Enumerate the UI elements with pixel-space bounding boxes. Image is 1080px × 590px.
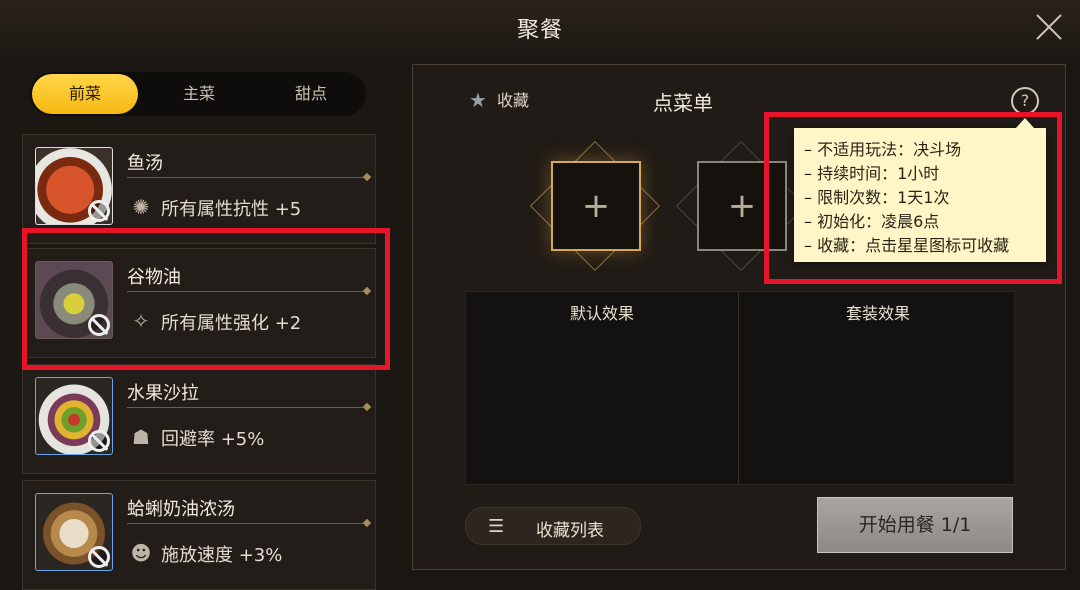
dish-icon: [35, 377, 113, 455]
menu-title: 点菜单: [653, 91, 713, 115]
item-name: 水果沙拉: [127, 383, 199, 404]
add-icon: +: [581, 186, 611, 226]
tab-main[interactable]: 主菜: [146, 72, 252, 116]
favorite-label: 收藏: [496, 91, 529, 110]
item-effect: 所有属性抗性 +5: [161, 199, 302, 220]
highlight-box: [764, 112, 1062, 284]
dish-icon: [35, 147, 113, 225]
dish-icon: [35, 493, 113, 571]
dish-slot[interactable]: +: [551, 161, 641, 251]
list-icon: ☰: [488, 516, 505, 537]
set-effect-column: 套装效果: [742, 292, 1014, 484]
item-name: 蛤蜊奶油浓汤: [127, 499, 235, 520]
tab-dessert[interactable]: 甜点: [258, 72, 364, 116]
head-icon: ☻: [130, 541, 152, 565]
tab-appetizer[interactable]: 前菜: [32, 74, 138, 114]
favorite-toggle[interactable]: ★ 收藏: [469, 87, 529, 112]
item-effect: 回避率 +5%: [161, 429, 265, 450]
start-meal-button[interactable]: 开始用餐 1/1: [817, 497, 1013, 553]
unavailable-icon: [88, 430, 110, 452]
gear-icon: ✺: [132, 195, 150, 219]
unavailable-icon: [88, 200, 110, 222]
item-name: 鱼汤: [127, 153, 163, 174]
highlight-box: [22, 228, 390, 370]
item-effect: 施放速度 +3%: [161, 545, 283, 566]
effects-panel: 默认效果 套装效果: [465, 291, 1015, 485]
favorites-list-label: 收藏列表: [536, 521, 604, 541]
divider: [127, 407, 367, 408]
default-effect-column: 默认效果: [466, 292, 739, 484]
list-item[interactable]: 水果沙拉 ☗ 回避率 +5%: [22, 364, 376, 474]
divider: [127, 177, 367, 178]
close-icon[interactable]: [1034, 12, 1064, 42]
list-item[interactable]: 蛤蜊奶油浓汤 ☻ 施放速度 +3%: [22, 480, 376, 590]
star-icon[interactable]: ★: [469, 88, 487, 112]
course-tabs: 前菜 主菜 甜点: [30, 72, 366, 116]
help-icon[interactable]: ?: [1011, 87, 1039, 115]
dodge-icon: ☗: [132, 425, 150, 449]
window-title: 聚餐: [516, 18, 563, 43]
favorites-list-button[interactable]: ☰ 收藏列表: [465, 507, 641, 545]
top-bar: 聚餐: [0, 0, 1080, 56]
set-effect-header: 套装效果: [845, 304, 910, 323]
default-effect-header: 默认效果: [569, 304, 634, 323]
divider: [127, 523, 367, 524]
unavailable-icon: [88, 546, 110, 568]
